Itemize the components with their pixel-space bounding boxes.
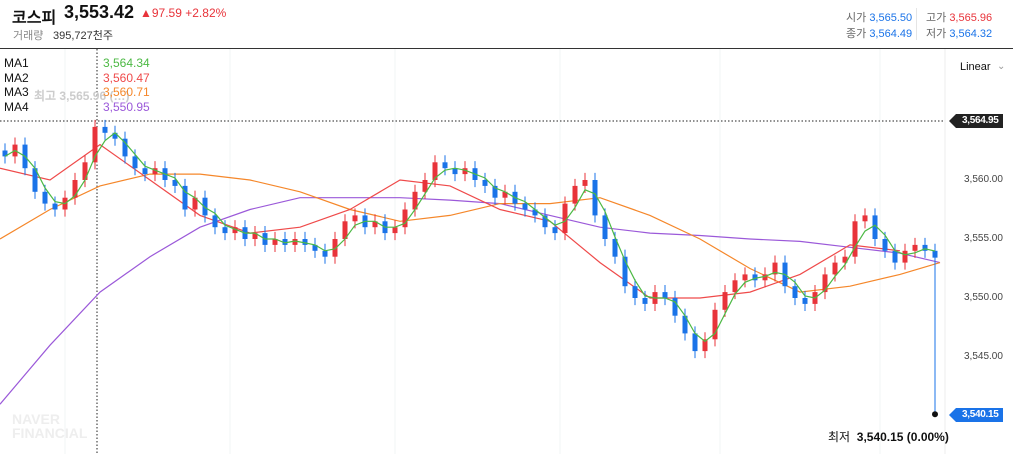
naver-financial-watermark: NAVER FINANCIAL xyxy=(12,411,88,441)
candle-body xyxy=(352,215,358,222)
candle-body xyxy=(882,239,888,251)
low-annotation-value: 3,540.15 (0.00%) xyxy=(856,430,949,444)
volume-value: 395,727천주 xyxy=(53,30,114,42)
divider xyxy=(916,8,917,40)
candle-body xyxy=(802,298,808,304)
candle-body xyxy=(602,215,608,239)
candle-body xyxy=(832,262,838,275)
crosshair-price-tag: 3,564.95 xyxy=(949,114,1003,128)
index-name: 코스피 xyxy=(12,10,57,27)
candle-body xyxy=(142,168,148,175)
open-value: 3,565.50 xyxy=(869,12,913,24)
candle-body xyxy=(912,244,918,251)
candle-body xyxy=(482,180,488,186)
candle-body xyxy=(732,280,738,293)
ma-value: 3,550.95 xyxy=(103,99,150,114)
candle-body xyxy=(892,250,898,263)
candle-body xyxy=(932,250,938,258)
legend-ma2: MA2 3,560.47 xyxy=(4,71,150,86)
ma-value: 3,560.71 xyxy=(103,85,150,99)
current-price: 3,553.42 xyxy=(64,2,135,22)
low-price-tag: 3,540.15 xyxy=(949,408,1003,422)
candle-body xyxy=(212,215,218,228)
open-close-block: 시가 3,565.50 종가 3,564.49 xyxy=(846,10,912,42)
ma4-line xyxy=(0,197,941,405)
candle-body xyxy=(552,227,558,234)
y-tick-label: 3,555.00 xyxy=(964,233,1003,244)
ma-label: MA4 xyxy=(4,99,29,114)
ma-legend: MA1 3,564.34 MA2 3,560.47 MA3 3,560.71 MA4 3… xyxy=(4,56,150,114)
ma-label: MA3 xyxy=(4,85,29,99)
low-label: 저가 xyxy=(926,28,947,40)
ma-value: 3,564.34 xyxy=(103,56,150,70)
candle-body xyxy=(852,221,858,257)
candle-body xyxy=(692,333,698,352)
candle-body xyxy=(722,292,728,310)
high-label: 고가 xyxy=(926,12,947,24)
candle-body xyxy=(442,162,448,169)
low-annotation-prefix: 최저 xyxy=(828,430,851,444)
legend-ma4: MA4 3,550.95 xyxy=(4,100,150,115)
candle-body xyxy=(222,227,228,234)
ma-label: MA2 xyxy=(4,70,29,85)
ma-label: MA1 xyxy=(4,56,29,70)
price-change: ▲97.59 +2.82% xyxy=(140,6,226,20)
candle-body xyxy=(582,180,588,186)
low-point-marker xyxy=(932,411,938,418)
chevron-down-icon[interactable]: ⌄ xyxy=(997,61,1005,72)
volume-label: 거래량 xyxy=(13,30,44,42)
price-chart[interactable] xyxy=(0,49,1013,454)
candle-body xyxy=(902,250,908,263)
quote-header: 코스피 3,553.42 ▲97.59 +2.82% 거래량 395,727천주… xyxy=(0,0,1013,49)
candle-body xyxy=(322,250,328,257)
legend-ma1: MA1 3,564.34 xyxy=(4,56,150,71)
candle-body xyxy=(132,156,138,169)
legend-ma3: MA3 3,560.71 xyxy=(4,85,150,100)
close-value: 3,564.49 xyxy=(869,28,913,40)
ma-value: 3,560.47 xyxy=(103,70,150,85)
candle-body xyxy=(642,298,648,304)
candle-body xyxy=(42,191,48,204)
y-tick-label: 3,545.00 xyxy=(964,351,1003,362)
high-low-block: 고가 3,565.96 저가 3,564.32 xyxy=(926,10,992,42)
open-label: 시가 xyxy=(846,12,867,24)
candle-body xyxy=(792,286,798,298)
close-label: 종가 xyxy=(846,28,867,40)
low-annotation: 최저 3,540.15 (0.00%) xyxy=(828,428,949,445)
candle-body xyxy=(522,203,528,210)
candle-body xyxy=(632,286,638,298)
candle-body xyxy=(742,274,748,281)
candle-body xyxy=(292,239,298,245)
scale-mode-dropdown[interactable]: Linear xyxy=(960,61,991,73)
candle-body xyxy=(52,203,58,210)
candle-body xyxy=(102,126,108,133)
y-tick-label: 3,550.00 xyxy=(964,292,1003,303)
candle-body xyxy=(572,185,578,204)
candle-body xyxy=(302,239,308,245)
candle-body xyxy=(662,292,668,298)
change-pct: +2.82% xyxy=(185,6,227,20)
low-value: 3,564.32 xyxy=(949,28,993,40)
high-value: 3,565.96 xyxy=(949,12,993,24)
candle-body xyxy=(862,215,868,222)
change-value: ▲97.59 xyxy=(140,6,182,20)
y-tick-label: 3,560.00 xyxy=(964,174,1003,185)
candle-body xyxy=(392,227,398,234)
